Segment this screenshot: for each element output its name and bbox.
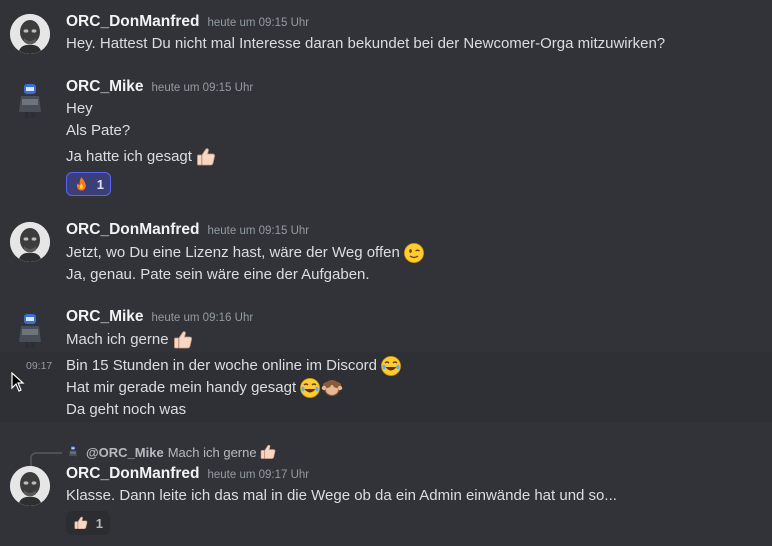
reply-connector (30, 452, 62, 466)
timestamp: heute um 09:15 Uhr (151, 82, 254, 94)
mouse-cursor-icon (11, 372, 25, 392)
message-text: Hat mir gerade mein handy gesagt (66, 379, 297, 396)
thumbs-up-emoji (259, 443, 277, 461)
thumbs-up-emoji (172, 329, 194, 351)
rofl-emoji (380, 355, 402, 377)
reply-preview[interactable]: @ORC_Mike Mach ich gerne (66, 442, 277, 462)
wink-emoji (403, 242, 425, 264)
reaction-count: 1 (96, 176, 104, 192)
avatar[interactable] (10, 80, 50, 120)
hover-timestamp: 09:17 (26, 360, 53, 372)
reaction-button[interactable]: 1 (66, 511, 110, 535)
message-text: Ja, genau. Pate sein wäre eine der Aufga… (66, 266, 370, 283)
avatar[interactable] (10, 222, 50, 262)
message-text: Hey (66, 100, 93, 117)
see-no-evil-monkey-emoji (321, 377, 343, 399)
timestamp: heute um 09:15 Uhr (207, 225, 310, 237)
message-text: Mach ich gerne (66, 331, 169, 348)
message-text: Klasse. Dann leite ich das mal in die We… (66, 487, 617, 504)
reaction-button[interactable]: 1 (66, 172, 111, 196)
username[interactable]: ORC_Mike (66, 78, 144, 96)
reply-mention[interactable]: @ORC_Mike (86, 445, 164, 460)
reaction-count: 1 (95, 515, 103, 531)
timestamp: heute um 09:15 Uhr (207, 17, 310, 29)
timestamp: heute um 09:17 Uhr (207, 469, 310, 481)
message-text: Jetzt, wo Du eine Lizenz hast, wäre der … (66, 244, 400, 261)
username[interactable]: ORC_Mike (66, 308, 144, 326)
fire-emoji (73, 175, 90, 193)
reply-avatar (66, 445, 80, 459)
username[interactable]: ORC_DonManfred (66, 465, 199, 483)
message-text: Als Pate? (66, 122, 131, 139)
avatar[interactable] (10, 310, 50, 350)
thumbs-up-emoji (195, 146, 217, 168)
avatar[interactable] (10, 466, 50, 506)
message-text: Hey. Hattest Du nicht mal Interesse dara… (66, 33, 665, 55)
reply-text: Mach ich gerne (167, 444, 257, 460)
message-text: Ja hatte ich gesagt (66, 148, 192, 165)
avatar[interactable] (10, 14, 50, 54)
timestamp: heute um 09:16 Uhr (151, 312, 254, 324)
username[interactable]: ORC_DonManfred (66, 221, 199, 239)
message-text: Hey. Hattest Du nicht mal Interesse dara… (66, 35, 666, 52)
thumbs-up-emoji (73, 514, 89, 532)
rofl-emoji (299, 377, 321, 399)
message-text: Bin 15 Stunden in der woche online im Di… (66, 357, 378, 374)
username[interactable]: ORC_DonManfred (66, 13, 199, 31)
message-text: Da geht noch was (66, 401, 187, 418)
